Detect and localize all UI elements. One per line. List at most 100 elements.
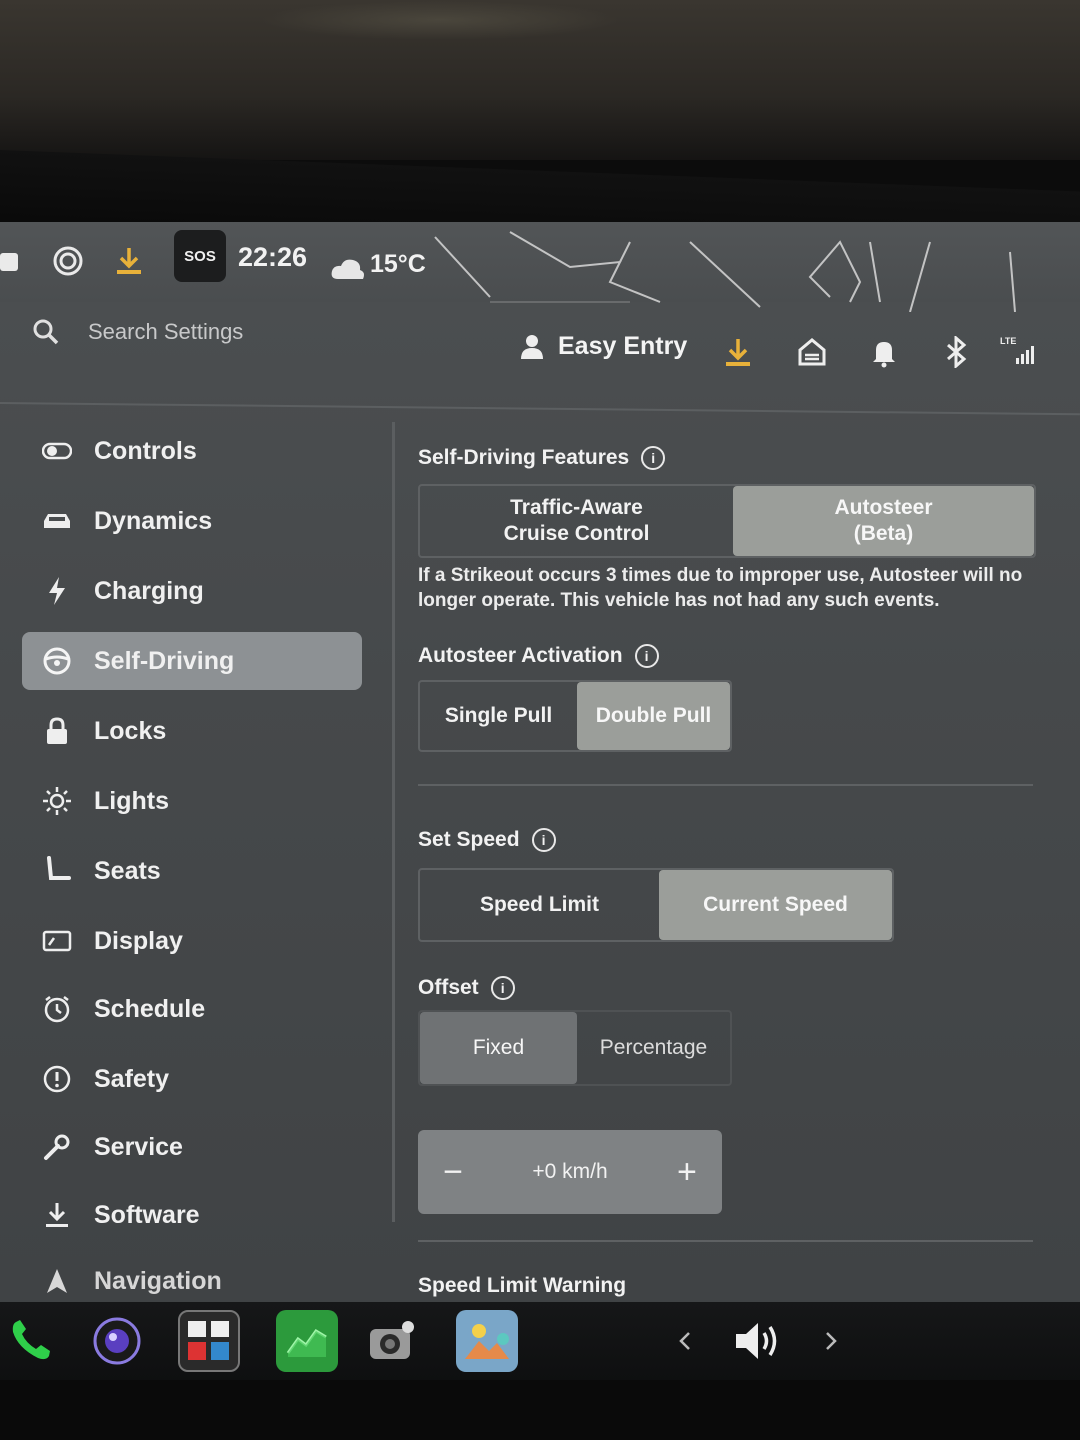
cloud-icon [330,244,366,294]
sidebar-item-software[interactable]: Software [22,1186,362,1244]
autosteer-activation-title: Autosteer Activation i [418,644,659,668]
section-divider [418,784,1033,786]
toggle-icon [40,434,74,468]
offset-title: Offset i [418,976,515,1000]
download-status-icon[interactable] [114,236,144,286]
double-pull-option[interactable]: Double Pull [576,682,730,750]
self-driving-features-toggle: Traffic-Aware Cruise Control Autosteer (… [418,484,1036,558]
section-title-text: Self-Driving Features [418,446,630,469]
speed-limit-option[interactable]: Speed Limit [420,870,659,940]
camera-lens-app-icon[interactable] [86,1310,148,1372]
sidebar-item-label: Self-Driving [94,646,235,675]
section-title-text: Speed Limit Warning [418,1274,627,1297]
download-icon [40,1198,74,1232]
section-title-text: Autosteer Activation [418,644,623,667]
sidebar-item-label: Schedule [94,994,206,1023]
section-title-text: Set Speed [418,828,520,851]
steering-wheel-icon [40,644,74,678]
info-icon[interactable]: i [641,446,666,470]
clock-icon [40,992,74,1026]
navigation-icon [40,1264,74,1298]
sidebar-item-display[interactable]: Display [22,912,362,970]
sidebar-item-label: Seats [94,856,161,885]
photo-gallery-app-icon[interactable] [456,1310,518,1372]
bolt-icon [40,574,74,608]
chevron-right-icon[interactable] [806,1310,856,1372]
sidebar-item-controls[interactable]: Controls [22,422,362,480]
sidebar-item-label: Display [94,926,183,955]
sidebar-item-locks[interactable]: Locks [22,702,362,760]
autosteer-activation-toggle: Single Pull Double Pull [418,680,732,752]
set-speed-toggle: Speed Limit Current Speed [418,868,894,942]
homelink-icon[interactable] [796,336,828,368]
search-icon [33,319,59,345]
set-speed-title: Set Speed i [418,828,556,852]
clock: 22:26 [238,242,308,272]
sos-button[interactable]: SOS [174,230,226,282]
header-divider [0,402,1080,416]
toybox-app-icon[interactable] [178,1310,240,1372]
section-divider [418,1240,1033,1242]
sidebar-item-safety[interactable]: Safety [22,1050,362,1108]
outside-temperature: 15°C [370,250,426,278]
app-dock [0,1302,1080,1382]
chevron-left-icon[interactable] [660,1310,710,1372]
lte-signal-icon: LTE [1000,336,1042,368]
current-speed-option[interactable]: Current Speed [658,870,892,940]
sos-label: SOS [184,247,216,265]
touchscreen: SOS 22:26 15°C Search Settings Easy Entr… [0,222,1080,1382]
sidebar-item-schedule[interactable]: Schedule [22,980,362,1038]
info-icon[interactable]: i [531,828,556,852]
single-pull-option[interactable]: Single Pull [420,682,577,750]
sidebar-item-label: Software [94,1200,200,1229]
display-icon [40,924,74,958]
percentage-option[interactable]: Percentage [577,1012,730,1084]
sentry-icon[interactable] [52,236,84,286]
sidebar-item-seats[interactable]: Seats [22,842,362,900]
info-icon[interactable]: i [490,976,515,1000]
sidebar-item-label: Safety [94,1064,170,1093]
offset-value: +0 km/h [532,1160,608,1183]
sidebar-item-charging[interactable]: Charging [22,562,362,620]
self-driving-features-title: Self-Driving Features i [418,446,666,470]
sidebar-item-label: Service [94,1132,183,1161]
sidebar-item-label: Navigation [94,1266,222,1295]
volume-icon[interactable] [728,1310,790,1372]
decrease-offset-button[interactable]: − [436,1153,470,1192]
wrench-icon [40,1130,74,1164]
alert-icon [40,1062,74,1096]
sidebar-item-lights[interactable]: Lights [22,772,362,830]
sidebar-item-self-driving[interactable]: Self-Driving [22,632,362,690]
bluetooth-icon[interactable] [940,336,972,368]
autosteer-beta-option[interactable]: Autosteer (Beta) [732,486,1034,556]
driver-profile[interactable]: Easy Entry [520,332,687,361]
search-input[interactable]: Search Settings [88,319,243,345]
stocks-app-icon[interactable] [276,1310,338,1372]
seat-icon [40,854,74,888]
camera-app-icon[interactable] [360,1310,422,1372]
settings-search[interactable]: Search Settings [32,318,243,346]
software-update-icon[interactable] [722,336,754,368]
fixed-option[interactable]: Fixed [420,1012,577,1084]
photo-background-bottom [0,1380,1080,1440]
person-icon [521,334,543,359]
info-icon[interactable]: i [634,644,659,668]
offset-mode-toggle: Fixed Percentage [418,1010,732,1086]
traffic-aware-cruise-control-option[interactable]: Traffic-Aware Cruise Control [420,486,733,556]
car-icon [40,504,74,538]
notifications-bell-icon[interactable] [868,336,900,368]
status-left-icon [0,236,20,286]
map-preview [434,231,1016,312]
sidebar-divider [392,422,395,1222]
phone-icon[interactable] [0,1310,62,1372]
status-bar: SOS 22:26 15°C [0,222,1080,312]
increase-offset-button[interactable]: + [670,1153,704,1192]
photo-glow [260,0,620,40]
section-title-text: Offset [418,976,479,999]
sidebar-item-label: Dynamics [94,506,213,535]
sidebar-item-label: Lights [94,786,169,815]
sidebar-item-dynamics[interactable]: Dynamics [22,492,362,550]
lock-icon [40,714,74,748]
sidebar-item-label: Locks [94,716,167,745]
sidebar-item-service[interactable]: Service [22,1118,362,1176]
